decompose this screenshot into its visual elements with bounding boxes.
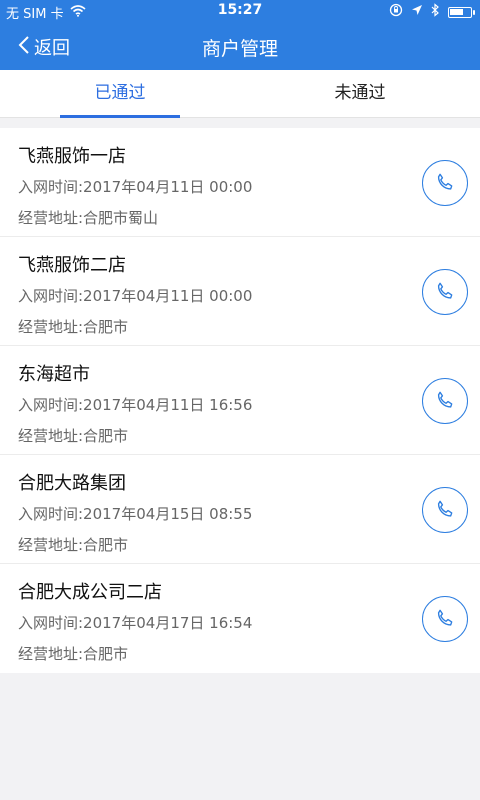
merchant-list: 飞燕服饰一店 入网时间:2017年04月11日 00:00 经营地址:合肥市蜀山… [0, 128, 480, 673]
merchant-name: 东海超市 [18, 364, 90, 385]
rotation-lock-icon [389, 3, 403, 21]
page-title: 商户管理 [201, 38, 278, 60]
merchant-join-time: 入网时间:2017年04月15日 08:55 [18, 505, 253, 523]
call-button[interactable] [422, 378, 468, 424]
phone-icon [437, 609, 453, 626]
status-right [389, 3, 475, 21]
merchant-join-time: 入网时间:2017年04月11日 00:00 [18, 287, 253, 305]
merchant-address: 经营地址:合肥市 [18, 427, 129, 445]
merchant-name: 合肥大成公司二店 [18, 582, 162, 603]
bluetooth-icon [431, 3, 440, 21]
merchant-join-time: 入网时间:2017年04月11日 00:00 [18, 178, 253, 196]
nav-bar: 返回 商户管理 [0, 24, 480, 70]
phone-icon [437, 282, 453, 299]
merchant-address: 经营地址:合肥市 [18, 318, 129, 336]
battery-level [450, 8, 463, 15]
merchant-address: 经营地址:合肥市 [18, 536, 129, 554]
call-button[interactable] [422, 269, 468, 315]
battery-icon [448, 6, 475, 18]
list-item[interactable]: 东海超市 入网时间:2017年04月11日 16:56 经营地址:合肥市 [0, 346, 480, 455]
merchant-join-time: 入网时间:2017年04月11日 16:56 [18, 396, 253, 414]
tab-bar: 已通过 未通过 [0, 70, 480, 118]
location-arrow-icon [411, 4, 423, 20]
phone-icon [437, 173, 453, 190]
call-button[interactable] [422, 596, 468, 642]
app-header: 无 SIM 卡 15:27 返回 商户管理 [0, 0, 480, 70]
merchant-join-time: 入网时间:2017年04月17日 16:54 [18, 614, 253, 632]
phone-icon [437, 500, 453, 517]
status-bar: 无 SIM 卡 15:27 [0, 0, 480, 24]
phone-icon [437, 391, 453, 408]
list-item[interactable]: 飞燕服饰一店 入网时间:2017年04月11日 00:00 经营地址:合肥市蜀山 [0, 128, 480, 237]
tab-approved[interactable]: 已通过 [0, 70, 240, 118]
tab-active-indicator [60, 115, 180, 118]
merchant-name: 飞燕服饰二店 [18, 255, 126, 276]
tab-rejected[interactable]: 未通过 [240, 70, 480, 118]
call-button[interactable] [422, 160, 468, 206]
list-item[interactable]: 飞燕服饰二店 入网时间:2017年04月11日 00:00 经营地址:合肥市 [0, 237, 480, 346]
list-item[interactable]: 合肥大路集团 入网时间:2017年04月15日 08:55 经营地址:合肥市 [0, 455, 480, 564]
merchant-name: 飞燕服饰一店 [18, 146, 126, 167]
merchant-address: 经营地址:合肥市 [18, 645, 129, 663]
list-item[interactable]: 合肥大成公司二店 入网时间:2017年04月17日 16:54 经营地址:合肥市 [0, 564, 480, 673]
merchant-name: 合肥大路集团 [18, 473, 126, 494]
call-button[interactable] [422, 487, 468, 533]
merchant-address: 经营地址:合肥市蜀山 [18, 209, 159, 227]
